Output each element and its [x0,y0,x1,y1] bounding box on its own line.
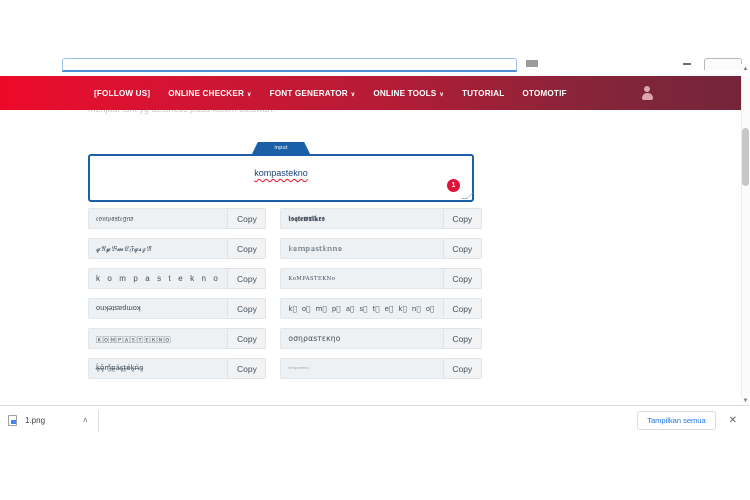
font-preview: kompastekno [96,304,141,313]
avatar-head [644,86,650,92]
table-row: 🄺🄾🄼🄿🄰🅂🅃🄴🄺🄽🄾 Copy [88,328,267,349]
browser-chrome [0,0,750,76]
nav-label: FONT GENERATOR [269,88,348,98]
font-preview: 𝕜𝕠𝕞𝕡𝕒𝕤𝕥𝕜𝕟𝕟𝕠 [280,238,443,259]
avatar-body [641,93,653,100]
nav-item-online-checker[interactable]: ONLINE CHECKER ∨ [159,89,260,98]
font-preview-wrapper: kompastekno [88,298,228,319]
download-item[interactable]: 1.png ˄ [8,409,99,432]
copy-button[interactable]: Copy [227,328,267,349]
nav-item-online-tools[interactable]: ONLINE TOOLS ∨ [364,89,453,98]
copy-button[interactable]: Copy [227,238,267,259]
character-count-badge: 1 [447,179,460,192]
download-bar: 1.png ˄ Tampilkan semua ✕ [0,405,750,435]
text-input-area[interactable]: kompastekno 1 [88,154,474,202]
scrollbar-thumb[interactable] [742,128,749,186]
input-value: kompastekno [254,168,308,178]
close-icon[interactable]: ✕ [726,415,740,426]
scrollbar-up-arrow[interactable]: ▲ [741,64,750,73]
nav-label: TUTORIAL [461,88,505,98]
lead-paragraph: menjadi font yg aesthetic pada kolom dib… [88,110,275,114]
table-row: k⃝ o⃝ m⃝ p⃝ a⃝ s⃝ t⃝ e⃝ k⃝ n⃝ o⃝ Copy [280,298,482,319]
copy-button[interactable]: Copy [442,268,482,289]
table-row: 𝕜𝕠𝕞𝕡𝕒𝕤𝕥𝕜𝕟𝕟𝕠 Copy [280,238,482,259]
table-row: οσηραѕтεκηο Copy [280,328,482,349]
table-row: 𝖎𝖘𝖖𝖙𝖊𝖜𝖝𝖎𝖐𝖗𝖘 Copy [280,208,482,229]
copy-button[interactable]: Copy [442,208,482,229]
nav-item-tutorial[interactable]: TUTORIAL [453,89,513,98]
chevron-down-icon: ∨ [439,91,444,98]
address-bar[interactable] [62,58,517,72]
site-navbar: [FOLLOW US] ONLINE CHECKER ∨ FONT GENERA… [0,76,741,110]
scrollbar-down-arrow[interactable]: ▼ [741,396,750,405]
table-row: ᵏᵒᵐᵖᵃˢᵗᵉᵏⁿᵒ Copy [280,358,482,379]
table-row: 𝓺𝔄𝔂𝔅𝓶𝔈𝔉𝓺𝓼𝔃𝔄 Copy [88,238,267,259]
browser-tab-strip-edge[interactable] [704,58,742,70]
download-bar-actions: Tampilkan semua ✕ [637,411,740,430]
textarea-resize-handle[interactable] [461,193,473,199]
page-content: menjadi font yg aesthetic pada kolom dib… [0,110,741,405]
font-preview: ᵏᵒᵐᵖᵃˢᵗᵉᵏⁿᵒ [280,358,443,379]
input-tab-label: input [252,142,310,154]
copy-button[interactable]: Copy [227,208,267,229]
font-results-grid: 𝔢𝔬𝔪𝔭𝔞𝔰𝔱𝔢𝔤𝔫𝔬 Copy 𝖎𝖘𝖖𝖙𝖊𝖜𝖝𝖎𝖐𝖗𝖘 Copy 𝓺𝔄𝔂𝔅𝓶𝔈… [88,208,482,379]
show-all-downloads-button[interactable]: Tampilkan semua [637,411,716,430]
font-preview: 𝓺𝔄𝔂𝔅𝓶𝔈𝔉𝓺𝓼𝔃𝔄 [88,238,228,259]
nav-menu: [FOLLOW US] ONLINE CHECKER ∨ FONT GENERA… [85,89,576,98]
download-file-name: 1.png [25,416,46,425]
copy-button[interactable]: Copy [442,358,482,379]
user-icon[interactable] [640,86,654,100]
font-preview: k⃝ o⃝ m⃝ p⃝ a⃝ s⃝ t⃝ e⃝ k⃝ n⃝ o⃝ [280,298,443,319]
font-preview: k o m p a s t e k n o [88,268,228,289]
png-file-icon [8,415,17,426]
table-row: ḱ̶͈ö̶͓m̵͈͊p̶̗á̵s̶͓t̵͈é̶k̵͓n̶̈o̵͈ Cop… [88,358,267,379]
chevron-down-icon: ∨ [247,91,252,98]
copy-button[interactable]: Copy [442,328,482,349]
font-preview: 🄺🄾🄼🄿🄰🅂🅃🄴🄺🄽🄾 [88,328,228,349]
scrollbar-track[interactable] [741,76,750,405]
window-minimize-button[interactable] [683,63,691,65]
table-row: KᴏMPASTEKNᴏ Copy [280,268,482,289]
omnibox-extension-icon[interactable] [526,60,538,67]
chevron-up-icon[interactable]: ˄ [83,416,88,425]
nav-label: OTOMOTIF [522,88,567,98]
font-preview: ḱ̶͈ö̶͓m̵͈͊p̶̗á̵s̶͓t̵͈é̶k̵͓n̶̈o̵͈ [88,358,228,379]
nav-label: ONLINE TOOLS [373,88,437,98]
copy-button[interactable]: Copy [227,358,267,379]
table-row: k o m p a s t e k n o Copy [88,268,267,289]
nav-item-font-generator[interactable]: FONT GENERATOR ∨ [261,89,365,98]
copy-button[interactable]: Copy [227,298,267,319]
copy-button[interactable]: Copy [442,298,482,319]
font-preview: 𝖎𝖘𝖖𝖙𝖊𝖜𝖝𝖎𝖐𝖗𝖘 [280,208,443,229]
copy-button[interactable]: Copy [442,238,482,259]
table-row: 𝔢𝔬𝔪𝔭𝔞𝔰𝔱𝔢𝔤𝔫𝔬 Copy [88,208,267,229]
font-preview: 𝔢𝔬𝔪𝔭𝔞𝔰𝔱𝔢𝔤𝔫𝔬 [88,208,228,229]
font-preview: KᴏMPASTEKNᴏ [280,268,443,289]
nav-label: [FOLLOW US] [94,88,151,98]
font-preview: οσηραѕтεκηο [280,328,443,349]
copy-button[interactable]: Copy [227,268,267,289]
nav-item-otomotif[interactable]: OTOMOTIF [513,89,575,98]
nav-item-follow-us[interactable]: [FOLLOW US] [85,89,159,98]
chevron-down-icon: ∨ [350,91,356,98]
table-row: kompastekno Copy [88,298,267,319]
nav-label: ONLINE CHECKER [168,88,245,98]
desktop-area [0,435,750,500]
